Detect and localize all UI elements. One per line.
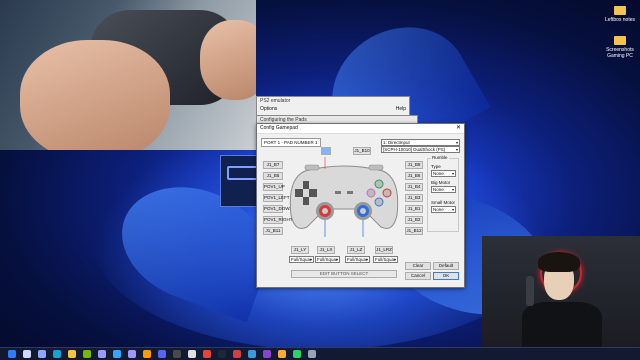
explorer-icon[interactable] bbox=[68, 350, 76, 358]
stick-mode-select[interactable]: Full/Squar bbox=[315, 256, 340, 263]
taskbar bbox=[0, 347, 640, 360]
button-r3[interactable]: J1_B12 bbox=[405, 227, 423, 235]
center-highlight-button[interactable] bbox=[321, 147, 331, 155]
button-r1[interactable]: J1_B6 bbox=[405, 172, 423, 180]
discord-icon[interactable] bbox=[158, 350, 166, 358]
desktop-icon-leftbox[interactable]: Leftbox notes bbox=[600, 6, 640, 23]
nvidia-icon[interactable] bbox=[83, 350, 91, 358]
close-icon[interactable]: ✕ bbox=[456, 124, 461, 133]
button-l2[interactable]: J1_B7 bbox=[263, 161, 283, 169]
rumble-type-select[interactable]: None bbox=[431, 170, 456, 177]
rumble-label: Rumble bbox=[431, 155, 449, 160]
button-r2[interactable]: J1_B8 bbox=[405, 161, 423, 169]
adobe-ae-icon[interactable] bbox=[128, 350, 136, 358]
webcam-hands-video bbox=[0, 0, 256, 150]
app-icon[interactable] bbox=[233, 350, 241, 358]
small-motor-label: Small Motor bbox=[431, 200, 456, 205]
app-icon[interactable] bbox=[248, 350, 256, 358]
edge-icon[interactable] bbox=[53, 350, 61, 358]
type-label: Type bbox=[431, 164, 441, 169]
button-triangle[interactable]: J1_B4 bbox=[405, 183, 423, 191]
streamer-webcam bbox=[482, 236, 640, 348]
whatsapp-icon[interactable] bbox=[293, 350, 301, 358]
emulator-title: PS2 emulator bbox=[260, 98, 291, 104]
menu-help[interactable]: Help bbox=[396, 106, 406, 112]
tab-port1[interactable]: PORT 1 - PAD NUMBER 1 bbox=[261, 138, 321, 147]
hand-left bbox=[20, 40, 170, 150]
windows-icon[interactable] bbox=[8, 350, 16, 358]
stick-mode-select[interactable]: Full/Squar bbox=[373, 256, 398, 263]
button-square[interactable]: J1_B3 bbox=[405, 194, 423, 202]
button-l1[interactable]: J1_B5 bbox=[263, 172, 283, 180]
button-dpad-down[interactable]: POV1_DOWN bbox=[263, 205, 293, 213]
desktop-icon-label: Screenshots Gaming PC bbox=[606, 47, 634, 59]
stick-mode-select[interactable]: Full/Squar bbox=[289, 256, 314, 263]
folder-icon bbox=[614, 36, 626, 45]
button-dpad-right[interactable]: POV1_RIGHT bbox=[263, 216, 293, 224]
app-icon[interactable] bbox=[278, 350, 286, 358]
edit-button-select[interactable]: EDIT BUTTON SELECT bbox=[291, 270, 397, 278]
config-gamepad-window[interactable]: Config Gamepad ✕ PORT 1 - PAD NUMBER 1 1… bbox=[256, 123, 465, 288]
microphone-icon bbox=[526, 276, 534, 306]
cancel-button[interactable]: Cancel bbox=[405, 272, 431, 280]
input-api-select[interactable]: 1: DirectInput bbox=[381, 139, 460, 146]
app-icon[interactable] bbox=[308, 350, 316, 358]
folder-icon bbox=[614, 6, 626, 15]
big-motor-label: Big Motor bbox=[431, 180, 451, 185]
obs-icon[interactable] bbox=[188, 350, 196, 358]
button-l3[interactable]: J1_B11 bbox=[263, 227, 283, 235]
left-stick-icon bbox=[316, 202, 334, 220]
streamer-hair bbox=[538, 252, 580, 272]
button-top-right[interactable]: J1_B10 bbox=[353, 147, 371, 155]
controller-diagram bbox=[289, 157, 399, 237]
pad-type-select[interactable]: [SCPH-10010] DualShock (PS) bbox=[381, 146, 460, 153]
steam-icon[interactable] bbox=[218, 350, 226, 358]
button-circle[interactable]: J1_B2 bbox=[405, 216, 423, 224]
big-motor-select[interactable]: None bbox=[431, 186, 456, 193]
button-left-stick-x[interactable]: J1_LX bbox=[317, 246, 335, 254]
desktop-icon-label: Leftbox notes bbox=[604, 17, 636, 23]
streamer-shirt bbox=[522, 302, 602, 348]
right-stick-icon bbox=[354, 202, 372, 220]
task-view-icon[interactable] bbox=[38, 350, 46, 358]
chrome-icon[interactable] bbox=[203, 350, 211, 358]
button-dpad-up[interactable]: POV1_UP bbox=[263, 183, 285, 191]
ok-button[interactable]: OK bbox=[433, 272, 459, 280]
button-left-stick-y[interactable]: J1_LY bbox=[291, 246, 309, 254]
button-cross[interactable]: J1_B1 bbox=[405, 205, 423, 213]
button-dpad-left[interactable]: POV1_LEFT bbox=[263, 194, 290, 202]
search-icon[interactable] bbox=[23, 350, 31, 358]
adobe-ai-icon[interactable] bbox=[143, 350, 151, 358]
config-gamepad-title: Config Gamepad bbox=[257, 124, 464, 134]
stick-mode-select[interactable]: Full/Squar bbox=[345, 256, 370, 263]
adobe-pr-icon[interactable] bbox=[98, 350, 106, 358]
button-right-stick-z[interactable]: J1_LZ bbox=[347, 246, 365, 254]
clear-button[interactable]: Clear bbox=[405, 262, 431, 270]
app-icon[interactable] bbox=[173, 350, 181, 358]
small-motor-select[interactable]: None bbox=[431, 206, 456, 213]
desktop-icon-screenshots[interactable]: Screenshots Gaming PC bbox=[600, 36, 640, 59]
default-button[interactable]: Default bbox=[433, 262, 459, 270]
adobe-ps-icon[interactable] bbox=[113, 350, 121, 358]
hand-right bbox=[200, 20, 256, 100]
app-icon[interactable] bbox=[263, 350, 271, 358]
menu-options[interactable]: Options bbox=[260, 106, 277, 112]
button-right-stick-rz[interactable]: J1_LRZ bbox=[375, 246, 393, 254]
